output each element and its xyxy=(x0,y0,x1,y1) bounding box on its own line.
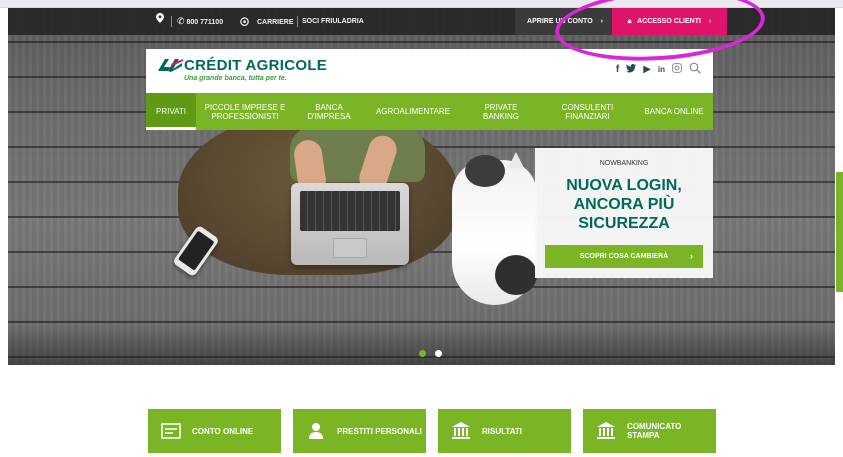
careers-link[interactable]: ⨀ CARRIERE xyxy=(240,8,294,35)
hero-shade xyxy=(8,325,835,365)
cat-patch xyxy=(465,155,505,187)
promo-kicker: NOWBANKING xyxy=(599,160,649,167)
browser-strip xyxy=(0,0,843,8)
main-nav: PRIVATI PICCOLE IMPRESE E PROFESSIONISTI… xyxy=(146,93,713,130)
twitter-icon[interactable] xyxy=(626,63,637,77)
social-links: f ▶︎ in xyxy=(616,62,701,78)
phone-icon: ✆ xyxy=(177,16,185,26)
utility-bar: ✆ 800 771100 ⨀ CARRIERE SOCI FRIULADRIA … xyxy=(8,8,835,35)
tile-comunicato-stampa[interactable]: COMUNICATO STAMPA xyxy=(583,409,716,453)
credit-agricole-logo-icon[interactable] xyxy=(156,57,184,73)
chevron-right-icon: › xyxy=(690,251,693,261)
phone-number: 800 771100 xyxy=(186,19,224,26)
linkedin-icon[interactable]: in xyxy=(658,64,665,76)
separator xyxy=(297,16,298,27)
client-access-label: ACCESSO CLIENTI xyxy=(637,18,701,25)
tile-label: COMUNICATO STAMPA xyxy=(626,422,682,440)
client-access-button[interactable]: 🔒︎ ACCESSO CLIENTI › xyxy=(612,8,727,35)
tile-prestiti-personali[interactable]: PRESTITI PERSONALI xyxy=(293,409,426,453)
careers-label: CARRIERE xyxy=(256,19,294,26)
carousel-dot[interactable] xyxy=(435,350,442,357)
nav-item-banca-impresa[interactable]: BANCA D'IMPRESA xyxy=(294,93,364,130)
nav-item-agroalimentare[interactable]: AGROALIMENTARE xyxy=(364,93,462,130)
side-floating-tab[interactable] xyxy=(836,172,843,292)
promo-title: NUOVA LOGIN, ANCORA PIÙ SICUREZZA xyxy=(566,177,682,232)
soci-link[interactable]: SOCI FRIULADRIA xyxy=(302,8,364,35)
logo-header: CRÉDIT AGRICOLE Una grande banca, tutta … xyxy=(146,49,713,93)
nav-item-consulenti-finanziari[interactable]: CONSULENTI FINANZIARI xyxy=(540,93,635,130)
person-icon xyxy=(305,422,327,440)
tile-label: PRESTITI PERSONALI xyxy=(337,426,422,436)
carousel-dot-active[interactable] xyxy=(419,350,426,357)
tile-conto-online[interactable]: CONTO ONLINE xyxy=(148,409,281,453)
nav-item-piccole-imprese[interactable]: PICCOLE IMPRESE E PROFESSIONISTI xyxy=(196,93,294,130)
card-icon xyxy=(160,422,182,440)
laptop-image xyxy=(291,183,409,265)
discover-changes-button[interactable]: SCOPRI COSA CAMBIERÀ › xyxy=(545,245,703,268)
cat-patch xyxy=(495,255,537,295)
nav-item-private-banking[interactable]: PRIVATE BANKING xyxy=(462,93,540,130)
tile-label: RISULTATI xyxy=(482,426,522,436)
laptop-trackpad xyxy=(333,238,367,258)
instagram-icon[interactable] xyxy=(672,63,682,77)
brand-name[interactable]: CRÉDIT AGRICOLE xyxy=(184,57,327,74)
lock-icon: 🔒︎ xyxy=(627,18,632,25)
nav-item-privati[interactable]: PRIVATI xyxy=(146,93,196,130)
open-account-button[interactable]: APRIRE UN CONTO › xyxy=(515,8,615,35)
search-icon[interactable] xyxy=(689,62,701,78)
bank-icon xyxy=(595,422,617,440)
bank-icon xyxy=(450,422,472,440)
facebook-icon[interactable]: f xyxy=(616,64,619,76)
promo-card: NOWBANKING NUOVA LOGIN, ANCORA PIÙ SICUR… xyxy=(535,148,713,278)
open-account-label: APRIRE UN CONTO xyxy=(527,18,593,25)
phone-link[interactable]: ✆ 800 771100 xyxy=(177,8,223,35)
lifebuoy-icon: ⨀ xyxy=(240,16,249,26)
nav-item-banca-online[interactable]: BANCA ONLINE xyxy=(635,93,713,130)
tile-label: CONTO ONLINE xyxy=(192,426,254,436)
cat-ear xyxy=(508,152,524,168)
tile-risultati[interactable]: RISULTATI xyxy=(438,409,571,453)
laptop-keyboard xyxy=(300,191,400,231)
youtube-icon[interactable]: ▶︎ xyxy=(643,64,651,76)
chevron-right-icon: › xyxy=(600,18,603,25)
separator xyxy=(171,16,172,27)
brand-tagline: Una grande banca, tutta per te. xyxy=(184,75,287,82)
discover-changes-label: SCOPRI COSA CAMBIERÀ xyxy=(579,253,669,260)
chevron-right-icon: › xyxy=(708,18,712,25)
location-icon[interactable] xyxy=(156,8,164,35)
